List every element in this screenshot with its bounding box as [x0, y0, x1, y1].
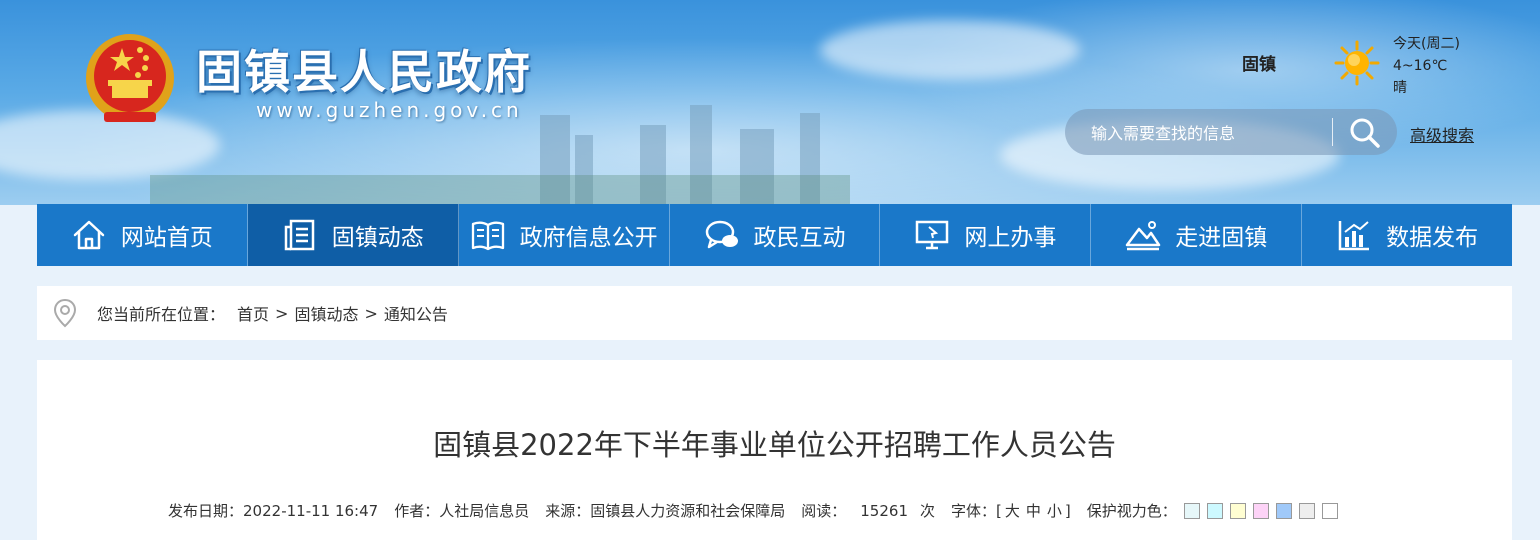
breadcrumb: 您当前所在位置： 首页 > 固镇动态 > 通知公告 [37, 286, 1512, 340]
nav-item-label: 网站首页 [120, 225, 213, 251]
location-pin-icon [53, 298, 77, 328]
nav-item-interaction[interactable]: 政民互动 [670, 204, 881, 266]
eye-color-swatch-6[interactable] [1298, 502, 1315, 519]
nav-item-label: 固镇动态 [331, 225, 424, 251]
meta-reads-unit: 次 [919, 502, 935, 520]
article-title: 固镇县2022年下半年事业单位公开招聘工作人员公告 [433, 428, 1116, 462]
monitor-icon [916, 220, 949, 250]
breadcrumb-news[interactable]: 固镇动态 [294, 301, 358, 325]
font-bracket-open: [ [996, 501, 1002, 520]
font-size-large-button[interactable]: 大 [1005, 500, 1020, 521]
article-meta: 发布日期： 2022-11-11 16:47 作者： 人社局信息员 来源： 固镇… [168, 500, 1338, 521]
nav-item-online-service[interactable]: 网上办事 [880, 204, 1092, 266]
breadcrumb-separator: > [275, 303, 289, 323]
eye-color-swatch-7[interactable] [1321, 502, 1338, 519]
weather-temp: 4~16℃ [1393, 58, 1448, 74]
search-icon[interactable] [1345, 113, 1385, 151]
sun-icon [1334, 40, 1380, 86]
font-size-small-button[interactable]: 小 [1047, 500, 1062, 521]
meta-font-label: 字体： [951, 502, 997, 520]
breadcrumb-home[interactable]: 首页 [237, 301, 269, 325]
advanced-search-link[interactable]: 高级搜索 [1410, 122, 1474, 146]
home-icon [73, 220, 105, 250]
site-title: 固镇县人民政府 [196, 45, 532, 99]
national-emblem-icon [86, 34, 174, 122]
meta-reads: 15261 [860, 501, 908, 520]
meta-source: 固镇县人力资源和社会保障局 [590, 502, 786, 520]
nav-item-label: 走进固镇 [1175, 225, 1268, 251]
cloud-decoration [820, 20, 1080, 80]
site-url: www.guzhen.gov.cn [256, 98, 523, 122]
eye-color-swatch-5[interactable] [1275, 502, 1292, 519]
ground-decoration [150, 175, 850, 205]
nav-item-label: 政府信息公开 [519, 225, 658, 251]
main-nav: 网站首页 固镇动态 政府信息公开 政民互动 网上办事 走进固镇 数据发布 [37, 204, 1512, 266]
chat-icon [705, 220, 738, 249]
meta-date: 2022-11-11 16:47 [243, 501, 379, 520]
city-name: 固镇 [1242, 55, 1276, 75]
nav-item-label: 政民互动 [753, 225, 846, 251]
font-size-medium-button[interactable]: 中 [1026, 500, 1041, 521]
weather-day: 今天(周二) [1393, 36, 1460, 52]
header-banner: 固镇县人民政府 www.guzhen.gov.cn 固镇 今天(周二) 4~16… [0, 0, 1540, 205]
meta-author: 人社局信息员 [439, 502, 530, 520]
article-panel: 固镇县2022年下半年事业单位公开招聘工作人员公告 发布日期： 2022-11-… [37, 360, 1512, 540]
landscape-icon [1125, 221, 1161, 251]
font-bracket-close: ] [1064, 501, 1071, 520]
book-icon [471, 221, 504, 251]
meta-date-label: 发布日期： [168, 502, 244, 520]
breadcrumb-prefix: 您当前所在位置： [97, 305, 226, 324]
weather-info: 今天(周二) 4~16℃ 晴 [1393, 33, 1460, 99]
search-box [1065, 109, 1397, 155]
nav-item-label: 网上办事 [964, 225, 1057, 251]
news-icon [284, 219, 315, 251]
meta-reads-label: 阅读： [801, 502, 847, 520]
eye-color-swatch-2[interactable] [1206, 502, 1223, 519]
meta-eye-label: 保护视力色： [1086, 502, 1177, 520]
nav-item-label: 数据发布 [1386, 225, 1479, 251]
meta-source-label: 来源： [545, 502, 591, 520]
breadcrumb-separator: > [364, 303, 378, 323]
eye-color-swatch-4[interactable] [1252, 502, 1269, 519]
weather-condition: 晴 [1393, 80, 1407, 96]
nav-item-data[interactable]: 数据发布 [1302, 204, 1512, 266]
meta-author-label: 作者： [394, 502, 440, 520]
search-input[interactable] [1089, 118, 1329, 148]
eye-color-swatch-3[interactable] [1229, 502, 1246, 519]
nav-item-news[interactable]: 固镇动态 [247, 204, 459, 266]
nav-item-gov-info[interactable]: 政府信息公开 [459, 204, 670, 266]
nav-item-about[interactable]: 走进固镇 [1091, 204, 1303, 266]
search-divider [1332, 118, 1333, 146]
eye-color-swatch-1[interactable] [1183, 502, 1200, 519]
nav-item-home[interactable]: 网站首页 [37, 204, 248, 266]
breadcrumb-notices[interactable]: 通知公告 [384, 301, 448, 325]
bar-chart-icon [1338, 221, 1370, 251]
